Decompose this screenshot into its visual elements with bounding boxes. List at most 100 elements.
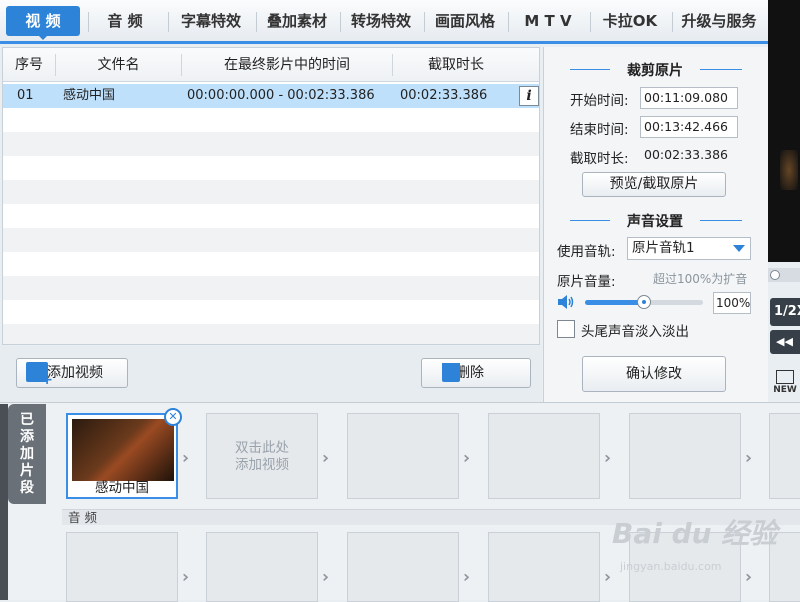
empty-slot-hint-line2: 添加视频 xyxy=(235,457,289,473)
empty-row xyxy=(3,108,539,132)
row-filename: 感动中国 xyxy=(63,88,116,103)
info-icon[interactable]: i xyxy=(519,86,539,106)
empty-row xyxy=(3,228,539,252)
top-tab-bar: 视 频 音 频 字幕特效 叠加素材 转场特效 画面风格 M T V 卡拉OK 升… xyxy=(0,0,768,44)
volume-hint: 超过100%为扩音 xyxy=(653,272,748,286)
end-time-input[interactable]: 00:13:42.466 xyxy=(640,116,738,138)
column-header-index: 序号 xyxy=(15,57,43,73)
empty-clip-slot[interactable] xyxy=(347,413,459,499)
new-project-icon[interactable]: NEW xyxy=(772,370,798,395)
column-header-time-in-film: 在最终影片中的时间 xyxy=(224,57,350,73)
empty-slot-hint: 双击此处 添加视频 xyxy=(207,440,317,474)
chevron-right-icon: ››› xyxy=(745,448,752,467)
tab-mtv[interactable]: M T V xyxy=(512,6,584,36)
row-time-range: 00:00:00.000 - 00:02:33.386 xyxy=(187,88,375,103)
chevron-right-icon: ››› xyxy=(182,448,189,467)
fade-label: 头尾声音淡入淡出 xyxy=(581,324,689,340)
tab-overlay-material[interactable]: 叠加素材 xyxy=(260,6,334,36)
confirm-changes-button[interactable]: 确认修改 xyxy=(582,356,726,392)
added-segments-label: 已添加片段 xyxy=(20,412,34,496)
fade-checkbox[interactable] xyxy=(557,320,575,338)
audio-slot[interactable] xyxy=(206,532,318,602)
playback-speed-button[interactable]: 1/2X xyxy=(770,298,800,326)
tab-audio[interactable]: 音 频 xyxy=(94,6,156,36)
section-rule xyxy=(700,69,742,70)
empty-clip-slot[interactable] xyxy=(488,413,600,499)
tab-divider xyxy=(672,12,673,32)
tab-upgrade-service[interactable]: 升级与服务 xyxy=(676,6,762,36)
clip-name: 感动中国 xyxy=(95,480,149,496)
table-row[interactable]: 01 感动中国 00:00:00.000 - 00:02:33.386 00:0… xyxy=(3,84,539,108)
section-rule xyxy=(570,69,610,70)
clip-thumbnail xyxy=(72,419,174,481)
empty-clip-slot[interactable] xyxy=(629,413,741,499)
empty-clip-slot[interactable] xyxy=(769,413,800,499)
tab-video[interactable]: 视 频 xyxy=(6,6,80,40)
volume-slider-knob[interactable] xyxy=(637,295,651,309)
added-segments-tab[interactable]: 已添加片段 xyxy=(8,404,46,504)
tab-divider xyxy=(508,12,509,32)
empty-clip-slot[interactable]: 双击此处 添加视频 xyxy=(206,413,318,499)
video-list-panel: 序号 文件名 在最终影片中的时间 截取时长 01 感动中国 00:00:00.0… xyxy=(2,47,540,345)
rewind-button[interactable]: ◀◀ xyxy=(770,330,800,354)
audio-slot[interactable] xyxy=(488,532,600,602)
start-time-input[interactable]: 00:11:09.080 xyxy=(640,87,738,109)
chevron-right-icon: ››› xyxy=(322,448,329,467)
sound-section-title: 声音设置 xyxy=(627,214,683,230)
close-icon[interactable]: ✕ xyxy=(164,408,182,426)
audio-track-label: 使用音轨: xyxy=(557,244,616,260)
tab-divider xyxy=(424,12,425,32)
clip-section-title: 裁剪原片 xyxy=(627,63,683,79)
section-rule xyxy=(570,220,610,221)
column-header-filename: 文件名 xyxy=(97,57,140,73)
chevron-down-icon[interactable] xyxy=(733,245,745,252)
empty-row xyxy=(3,300,539,324)
tab-divider xyxy=(256,12,257,32)
empty-slot-hint-line1: 双击此处 xyxy=(235,440,289,456)
preview-frame-highlight xyxy=(780,150,798,190)
empty-row xyxy=(3,204,539,228)
end-time-label: 结束时间: xyxy=(570,122,629,138)
tab-divider xyxy=(168,12,169,32)
section-rule xyxy=(700,220,742,221)
chevron-right-icon: ››› xyxy=(322,567,329,586)
tab-transition-effects[interactable]: 转场特效 xyxy=(344,6,418,36)
volume-label: 原片音量: xyxy=(557,274,616,290)
trash-icon xyxy=(442,363,460,382)
chevron-right-icon: ››› xyxy=(463,448,470,467)
start-time-label: 开始时间: xyxy=(570,93,629,109)
tab-karaoke[interactable]: 卡拉OK xyxy=(594,6,666,36)
clip-slot[interactable]: 感动中国 xyxy=(66,413,178,499)
row-duration: 00:02:33.386 xyxy=(400,88,488,103)
new-badge: NEW xyxy=(773,385,797,395)
chevron-right-icon: ››› xyxy=(182,567,189,586)
chevron-right-icon: ››› xyxy=(463,567,470,586)
empty-row xyxy=(3,276,539,300)
chevron-right-icon: ››› xyxy=(604,448,611,467)
tab-divider xyxy=(340,12,341,32)
empty-row xyxy=(3,180,539,204)
empty-row xyxy=(3,132,539,156)
playback-slider-knob[interactable] xyxy=(770,270,780,280)
preview-cut-button[interactable]: 预览/截取原片 xyxy=(582,172,726,197)
tab-subtitle-effects[interactable]: 字幕特效 xyxy=(174,6,248,36)
empty-row xyxy=(3,324,539,344)
watermark: Bai du 经验 xyxy=(612,517,778,550)
tab-divider xyxy=(88,12,89,32)
empty-row xyxy=(3,156,539,180)
speaker-icon xyxy=(557,295,575,309)
delete-button[interactable]: 删除 xyxy=(421,358,531,388)
audio-slot[interactable] xyxy=(66,532,178,602)
document-icon xyxy=(776,370,794,384)
tab-divider xyxy=(590,12,591,32)
volume-value[interactable]: 100% xyxy=(713,292,751,314)
tab-picture-style[interactable]: 画面风格 xyxy=(428,6,502,36)
table-header: 序号 文件名 在最终影片中的时间 截取时长 xyxy=(3,48,539,82)
row-index: 01 xyxy=(17,88,34,103)
column-header-duration: 截取时长 xyxy=(428,57,484,73)
audio-slot[interactable] xyxy=(347,532,459,602)
empty-row xyxy=(3,252,539,276)
video-preview xyxy=(768,0,800,262)
volume-slider-fill xyxy=(585,300,644,305)
clip-duration-value: 00:02:33.386 xyxy=(644,147,728,162)
